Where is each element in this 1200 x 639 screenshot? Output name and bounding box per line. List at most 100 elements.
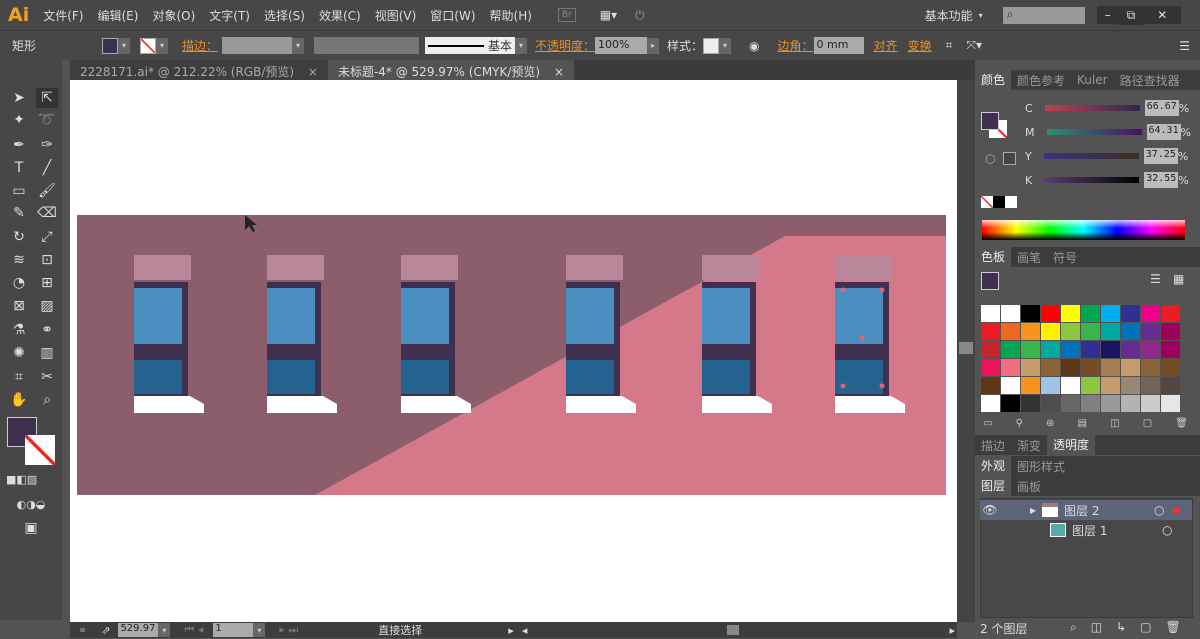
swatch[interactable] <box>1001 341 1020 358</box>
window-sill[interactable] <box>134 396 204 413</box>
gpu-performance-icon[interactable]: ⏻ <box>635 8 645 23</box>
swatch[interactable] <box>981 377 1000 394</box>
minimize-button[interactable]: – <box>1096 6 1119 24</box>
hand-tool-icon[interactable]: ✋ <box>8 390 30 410</box>
align-link[interactable]: 对齐 <box>874 37 898 54</box>
menu-select[interactable]: 选择(S) <box>264 7 305 24</box>
delete-layer-icon[interactable]: 🗑 <box>1165 620 1180 637</box>
swatch[interactable] <box>1101 395 1120 412</box>
swatch[interactable] <box>1041 305 1060 322</box>
window-glass-bottom[interactable] <box>835 360 883 394</box>
zoom-dropdown[interactable]: ▾ <box>158 623 171 637</box>
expand-arrow-icon[interactable]: ▸ <box>1030 503 1036 517</box>
window-glass-bottom[interactable] <box>267 360 315 394</box>
free-transform-icon[interactable]: ⊡ <box>36 250 58 270</box>
stroke-weight-input[interactable] <box>222 37 293 54</box>
thumbnail-view-icon[interactable]: ▦ <box>1173 272 1184 286</box>
window-sill[interactable] <box>267 396 337 413</box>
tab-kuler[interactable]: Kuler <box>1071 73 1114 87</box>
lasso-icon[interactable]: ➰ <box>36 110 58 130</box>
menu-window[interactable]: 窗口(W) <box>430 7 475 24</box>
window-top[interactable] <box>401 255 458 280</box>
corner-label[interactable]: 边角： <box>778 37 814 54</box>
symbol-sprayer-icon[interactable]: ✺ <box>8 343 30 363</box>
rectangle-tool-icon[interactable]: ▭ <box>8 181 30 201</box>
visibility-eye-icon[interactable]: 👁 <box>980 503 1000 517</box>
stroke-weight-dropdown[interactable]: ▾ <box>292 37 305 54</box>
tab-transparency[interactable]: 透明度 <box>1047 435 1096 455</box>
color-mode-icon[interactable]: ■◧▨ <box>6 470 37 490</box>
window-glass-top[interactable] <box>566 288 614 344</box>
swatch[interactable] <box>1001 305 1020 322</box>
fill-dropdown[interactable]: ▾ <box>118 37 130 54</box>
menu-help[interactable]: 帮助(H) <box>490 7 532 24</box>
swatch[interactable] <box>1101 377 1120 394</box>
swatch[interactable] <box>1061 395 1080 412</box>
black-input[interactable]: 32.55 <box>1144 172 1179 188</box>
window-glass-bottom[interactable] <box>566 360 614 394</box>
swatch[interactable] <box>1061 323 1080 340</box>
line-tool-icon[interactable]: ╱ <box>36 158 58 178</box>
yellow-slider[interactable] <box>1043 153 1139 159</box>
tab-layers[interactable]: 图层 <box>975 476 1012 496</box>
window-sill[interactable] <box>702 396 772 413</box>
new-layer-icon[interactable]: ▢ <box>1140 620 1151 637</box>
workspace-switcher[interactable]: 基本功能 <box>925 7 973 24</box>
window-glass-bottom[interactable] <box>702 360 750 394</box>
anchor-point[interactable] <box>840 383 846 389</box>
artboard-canvas[interactable] <box>70 80 957 622</box>
tab-gradient[interactable]: 渐变 <box>1011 437 1047 454</box>
vertical-scrollbar[interactable] <box>957 80 975 622</box>
window-top[interactable] <box>702 255 759 280</box>
brush-dropdown[interactable]: ▾ <box>515 37 528 54</box>
swatch[interactable] <box>1121 341 1140 358</box>
magenta-input[interactable]: 64.31 <box>1146 124 1181 140</box>
variable-width-select[interactable] <box>314 37 420 54</box>
swatch[interactable] <box>1021 305 1040 322</box>
fill-swatch[interactable] <box>102 37 118 54</box>
stroke-dropdown[interactable]: ▾ <box>156 37 168 54</box>
style-swatch[interactable] <box>703 37 720 54</box>
horizontal-scrollbar[interactable]: ◂ ▸ <box>522 624 957 637</box>
swatch[interactable] <box>1101 323 1120 340</box>
transform-link[interactable]: 变换 <box>908 37 932 54</box>
menu-file[interactable]: 文件(F) <box>43 7 83 24</box>
swatch[interactable] <box>1081 359 1100 376</box>
tab-close-button[interactable]: × <box>308 65 318 79</box>
black-slider[interactable] <box>1044 177 1140 183</box>
swatch[interactable] <box>1061 305 1080 322</box>
slice-tool-icon[interactable]: ✂ <box>36 367 58 387</box>
swatch[interactable] <box>1001 395 1020 412</box>
scale-icon[interactable]: ⤢ <box>36 227 58 247</box>
eraser-icon[interactable]: ⌫ <box>36 203 58 223</box>
layer-row-1[interactable]: 图层 1 ○ <box>980 520 1192 540</box>
recolor-icon[interactable]: ◉ <box>749 39 759 53</box>
stroke-swatch[interactable] <box>140 37 156 54</box>
swatch[interactable] <box>1141 341 1160 358</box>
swatch[interactable] <box>1081 323 1100 340</box>
target-icon[interactable]: ○ <box>1154 503 1164 517</box>
swatch[interactable] <box>1141 377 1160 394</box>
anchor-point[interactable] <box>840 287 846 293</box>
make-envelope-icon[interactable]: ⤧▾ <box>966 38 982 53</box>
style-dropdown[interactable]: ▾ <box>719 37 732 54</box>
menu-edit[interactable]: 编辑(E) <box>98 7 139 24</box>
direct-selection-tool-icon[interactable]: ⇱ <box>36 88 58 108</box>
swatch[interactable] <box>1041 377 1060 394</box>
swatch[interactable] <box>1121 377 1140 394</box>
menu-object[interactable]: 对象(O) <box>152 7 195 24</box>
artboard-number-input[interactable]: 1 <box>213 623 254 637</box>
swatch[interactable] <box>981 395 1000 412</box>
tab-brushes[interactable]: 画笔 <box>1011 249 1047 266</box>
swatch[interactable] <box>1161 341 1180 358</box>
building-artwork[interactable] <box>70 80 957 622</box>
swatch[interactable] <box>1081 305 1100 322</box>
curvature-icon[interactable]: ✑ <box>36 135 58 155</box>
swatch[interactable] <box>1041 359 1060 376</box>
swatch-library-icons[interactable]: ▭ ⚲ ⊛ ▤ ◫ ▢ 🗑 <box>983 418 1188 429</box>
list-view-icon[interactable]: ☰ <box>1150 272 1161 286</box>
screen-mode-icon[interactable]: ▣ <box>20 518 42 538</box>
layer-name[interactable]: 图层 2 <box>1064 502 1154 519</box>
stroke-color-box[interactable] <box>25 435 55 465</box>
layer-name[interactable]: 图层 1 <box>1072 522 1162 539</box>
